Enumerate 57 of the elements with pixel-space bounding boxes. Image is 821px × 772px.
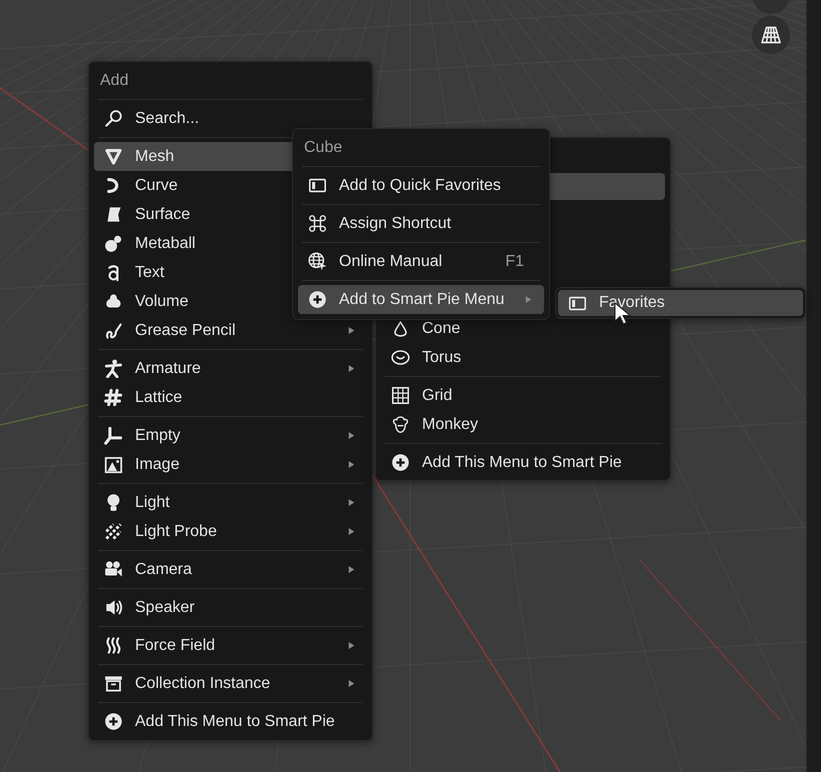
squiggle-icon	[104, 321, 123, 340]
menu-item[interactable]: Image	[94, 450, 367, 479]
menu-item[interactable]: Add This Menu to Smart Pie	[94, 707, 367, 736]
submenu-arrow-icon	[346, 459, 357, 470]
plus-circle-icon	[104, 712, 123, 731]
cone-icon	[391, 319, 410, 338]
plus-circle-icon	[308, 290, 327, 309]
menu-item[interactable]: Assign Shortcut	[298, 209, 544, 238]
submenu-arrow-icon	[346, 678, 357, 689]
speaker-icon	[104, 598, 123, 617]
menu-item[interactable]: Grid	[381, 381, 665, 410]
image-icon	[104, 455, 123, 474]
blob-icon	[104, 234, 123, 253]
triangle-icon	[104, 147, 123, 166]
monkey-head-icon	[391, 415, 410, 434]
stripes-icon	[104, 522, 123, 541]
menu-item[interactable]: Collection Instance	[94, 669, 367, 698]
menu-item[interactable]: Add This Menu to Smart Pie	[381, 448, 665, 477]
menu-item[interactable]: Monkey	[381, 410, 665, 439]
submenu-arrow-icon	[346, 325, 357, 336]
menu-item[interactable]: Favorites	[558, 290, 803, 316]
box-icon	[104, 674, 123, 693]
menu-item[interactable]: Light	[94, 488, 367, 517]
submenu-arrow-icon	[346, 564, 357, 575]
menu-item[interactable]: Online Manual F1	[298, 247, 544, 276]
submenu-arrow-icon	[346, 497, 357, 508]
search-icon	[104, 109, 123, 128]
menu-item[interactable]: Armature	[94, 354, 367, 383]
submenu-arrow-icon	[346, 363, 357, 374]
lattice-icon	[104, 388, 123, 407]
menu-item[interactable]: Speaker	[94, 593, 367, 622]
menu-item[interactable]: Force Field	[94, 631, 367, 660]
menu-item[interactable]: Cone	[381, 314, 665, 343]
menu-item[interactable]: Add to Smart Pie Menu	[298, 285, 544, 314]
search-item[interactable]: Search...	[94, 104, 367, 133]
wave-icon	[104, 636, 123, 655]
torus-icon	[391, 348, 410, 367]
menu-item[interactable]: Add to Quick Favorites	[298, 171, 544, 200]
figure-icon	[104, 359, 123, 378]
globe-icon	[308, 252, 327, 271]
menu-title: Add	[99, 70, 130, 90]
plus-circle-icon	[391, 453, 410, 472]
axes-icon	[104, 426, 123, 445]
menu-item[interactable]: Camera	[94, 555, 367, 584]
submenu-arrow-icon	[346, 526, 357, 537]
grid-icon	[391, 386, 410, 405]
submenu-arrow-icon	[523, 294, 534, 305]
submenu-arrow-icon	[346, 640, 357, 651]
menu-item[interactable]: Empty	[94, 421, 367, 450]
menu-item[interactable]: Light Probe	[94, 517, 367, 546]
panel-icon	[308, 176, 327, 195]
menu-item[interactable]: Lattice	[94, 383, 367, 412]
submenu-arrow-icon	[346, 430, 357, 441]
menu-item[interactable]: Torus	[381, 343, 665, 372]
command-key-icon	[308, 214, 327, 233]
menu-item[interactable]: Grease Pencil	[94, 316, 367, 345]
camera-icon	[104, 560, 123, 579]
